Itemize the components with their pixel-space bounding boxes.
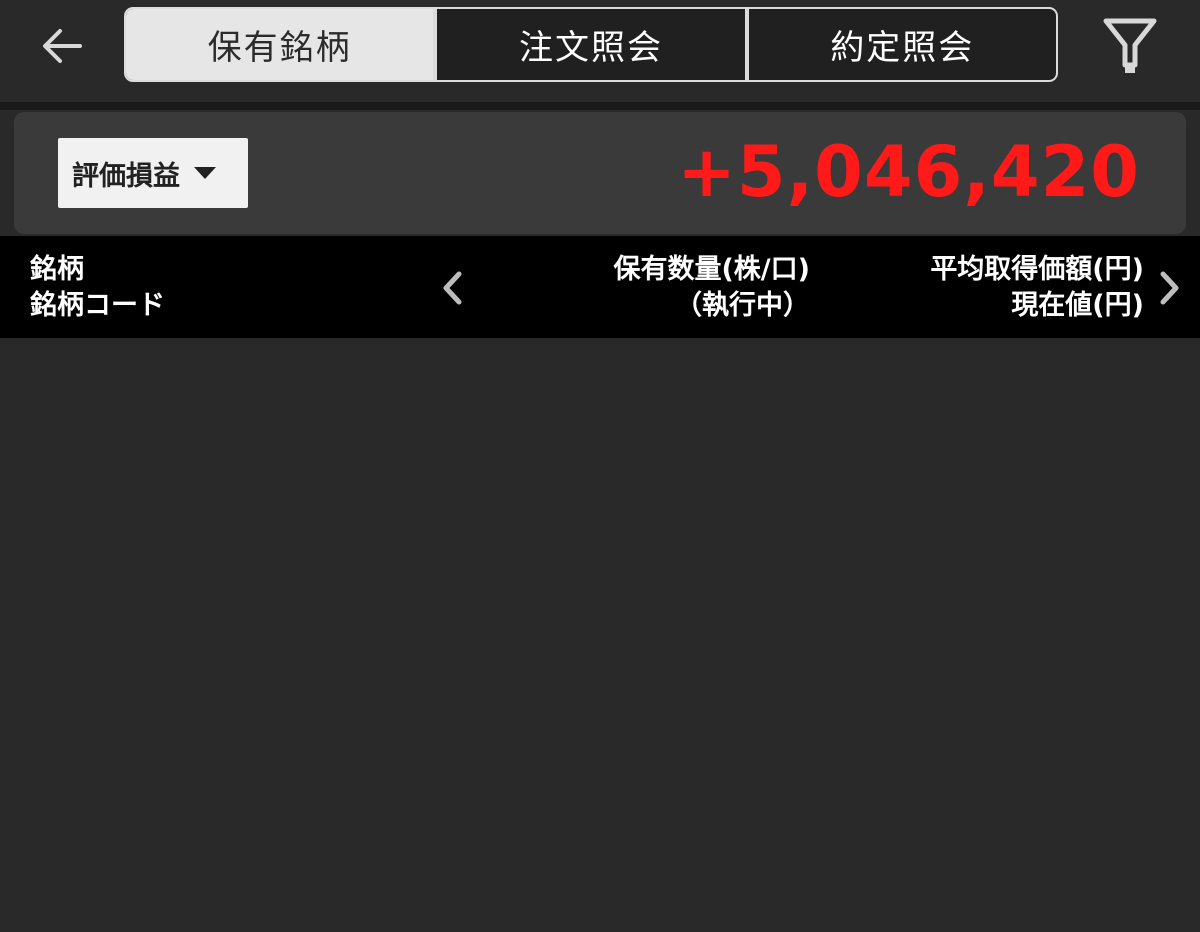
column-name-code: 銘柄 銘柄コード [30,252,165,324]
column-price: 平均取得価額(円) 現在値(円) [930,252,1144,324]
holdings-list [0,338,1200,932]
column-label: （執行中） [675,290,810,321]
tab-order-inquiry[interactable]: 注文照会 [433,9,744,80]
header-divider [0,102,1200,110]
column-quantity: 保有数量(株/口) （執行中） [613,252,810,324]
arrow-left-icon [43,29,82,63]
column-label: 銘柄コード [30,290,165,321]
top-bar: 保有銘柄 注文照会 約定照会 [0,0,1200,104]
filter-button[interactable] [1100,14,1160,78]
column-prev-button[interactable] [432,258,472,318]
summary-card: 評価損益 +5,046,420 [14,112,1186,234]
back-button[interactable] [34,22,90,70]
dropdown-label: 評価損益 [72,160,180,192]
column-header: 銘柄 銘柄コード 保有数量(株/口) （執行中） 平均取得価額(円) 現在値(円… [0,236,1200,338]
filter-icon [1103,18,1157,73]
column-label: 銘柄 [30,254,84,285]
column-next-button[interactable] [1150,258,1190,318]
tab-execution-inquiry[interactable]: 約定照会 [744,9,1056,80]
metric-dropdown[interactable]: 評価損益 [58,138,248,208]
column-label: 現在値(円) [1011,290,1144,321]
caret-down-icon [194,167,216,179]
chevron-right-icon [1160,271,1179,305]
column-label: 平均取得価額(円) [930,254,1144,285]
chevron-left-icon [443,271,462,305]
tab-bar: 保有銘柄 注文照会 約定照会 [124,7,1058,82]
column-label: 保有数量(株/口) [613,254,810,285]
holdings-screen: 保有銘柄 注文照会 約定照会 評価損益 +5,046,420 銘柄 銘柄コード [0,0,1200,932]
tab-holdings[interactable]: 保有銘柄 [126,9,434,80]
valuation-pl-value: +5,046,420 [677,131,1140,213]
